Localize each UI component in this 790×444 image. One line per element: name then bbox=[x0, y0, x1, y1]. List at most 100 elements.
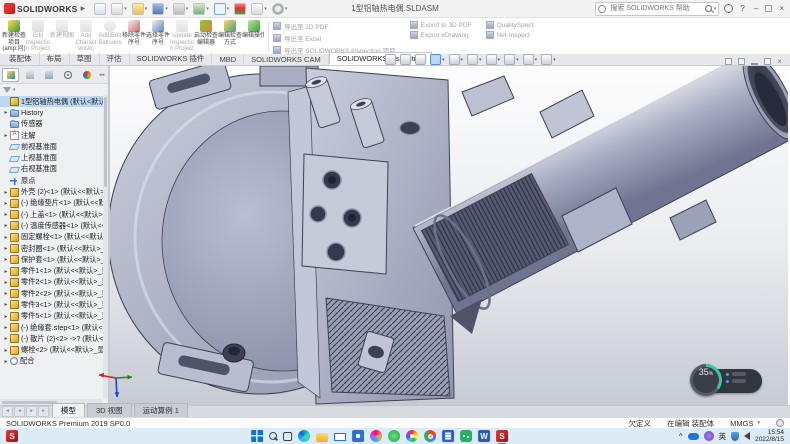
rebuild-button[interactable] bbox=[233, 2, 247, 16]
tree-item[interactable]: ▸螺栓<2> (默认<<默认>_显示状态 bbox=[0, 345, 103, 356]
expand-arrow-icon[interactable]: ▸ bbox=[2, 290, 10, 297]
export-item[interactable]: Net-Inspect bbox=[486, 31, 534, 39]
tab-MBD[interactable]: MBD bbox=[212, 54, 244, 65]
section-view-button[interactable]: ▾ bbox=[430, 54, 445, 65]
display-settings-button[interactable]: ▾ bbox=[250, 2, 268, 16]
tree-item[interactable]: ▸注解 bbox=[0, 130, 103, 141]
tree-item[interactable]: ▸保护套<1> (默认<<默认>_显示状 bbox=[0, 254, 103, 265]
tab-SOLIDWORKS CAM[interactable]: SOLIDWORKS CAM bbox=[244, 54, 329, 65]
dropdown-caret-icon[interactable]: ▾ bbox=[442, 57, 445, 63]
expand-arrow-icon[interactable]: ▸ bbox=[2, 347, 10, 354]
tree-item[interactable]: ▸密封圈<1> (默认<<默认>_显示状 bbox=[0, 243, 103, 254]
status-tag-icon[interactable] bbox=[776, 419, 784, 427]
ribbon-button-edit-inspection-project[interactable]: Edit Inspection Project bbox=[26, 19, 50, 54]
tree-item[interactable]: ▸零件1<1> (默认<<默认>_显示状态 bbox=[0, 265, 103, 276]
expand-arrow-icon[interactable]: ▸ bbox=[2, 234, 10, 241]
expand-arrow-icon[interactable]: ▸ bbox=[2, 335, 10, 342]
tree-item[interactable]: ▸(-) 上盖<1> (默认<<默认>_显示状 bbox=[0, 209, 103, 220]
tab-草图[interactable]: 草图 bbox=[70, 52, 100, 65]
taskbar-chrome-icon[interactable] bbox=[424, 430, 436, 442]
cad-model[interactable] bbox=[110, 66, 788, 405]
expand-arrow-icon[interactable]: ▸ bbox=[2, 313, 10, 320]
taskbar-copilot-icon[interactable] bbox=[370, 430, 382, 442]
tree-item[interactable]: ▸外壳 (2)<1> (默认<<默认>_显示状 bbox=[0, 186, 103, 197]
doc-close-icon[interactable]: × bbox=[777, 58, 782, 65]
options-gear-button[interactable]: ▾ bbox=[271, 2, 289, 16]
widget-toggle-2[interactable] bbox=[726, 379, 746, 383]
zoom-area-button[interactable] bbox=[400, 54, 411, 65]
tree-item[interactable]: ▸(-) 绝缘套.step<1> (默认<<默认> bbox=[0, 322, 103, 333]
search-icon[interactable] bbox=[705, 5, 712, 12]
expand-arrow-icon[interactable]: ▸ bbox=[2, 256, 10, 263]
fm-tab-features[interactable] bbox=[2, 68, 19, 82]
doc-tab-模型[interactable]: 模型 bbox=[52, 403, 85, 417]
export-item[interactable]: 导出至 2D PDF bbox=[273, 21, 396, 31]
taskbar-task-view-icon[interactable] bbox=[283, 432, 292, 441]
minimize-button[interactable]: – bbox=[752, 4, 760, 13]
ribbon-button-remove-balloons[interactable]: 移除零件序号 bbox=[122, 19, 146, 47]
graphics-viewport[interactable] bbox=[110, 66, 790, 405]
tab-装配体[interactable]: 装配体 bbox=[2, 52, 40, 65]
expand-arrow-icon[interactable]: ▸ bbox=[2, 268, 10, 275]
expand-arrow-icon[interactable]: ▸ bbox=[2, 200, 10, 207]
battery-ring[interactable]: 35% bbox=[690, 364, 722, 396]
tree-item[interactable]: ▸History bbox=[0, 107, 103, 118]
units-caret-icon[interactable]: ▾ bbox=[757, 420, 760, 426]
taskbar-store-icon[interactable] bbox=[352, 430, 364, 442]
doc-tile-icon[interactable] bbox=[738, 58, 745, 65]
onedrive-icon[interactable] bbox=[688, 433, 699, 440]
taskbar-color-ring-icon[interactable] bbox=[406, 430, 418, 442]
taskbar-app-green-icon[interactable] bbox=[388, 430, 400, 442]
help-search-input[interactable] bbox=[608, 4, 702, 13]
restore-button[interactable] bbox=[765, 5, 772, 12]
expand-arrow-icon[interactable]: ▸ bbox=[2, 279, 10, 286]
tree-item[interactable]: ▸(-) 散片 (2)<2> ->? (默认<<默认> bbox=[0, 333, 103, 344]
tree-item[interactable]: 原点 bbox=[0, 175, 103, 186]
ribbon-button-launch-inspection-editor[interactable]: 启动检查编辑器 bbox=[194, 19, 218, 47]
tree-item[interactable]: ▸零件5<1> (默认<<默认>_显示状 bbox=[0, 311, 103, 322]
expand-arrow-icon[interactable]: ▸ bbox=[2, 211, 10, 218]
tree-item[interactable]: ▸零件2<2> (默认<<默认>_显示状 bbox=[0, 288, 103, 299]
widget-toggle-1[interactable] bbox=[726, 372, 746, 376]
ribbon-button-update-inspection-project[interactable]: Update Inspection Project bbox=[170, 19, 194, 54]
save-button[interactable]: ▾ bbox=[151, 2, 169, 16]
ime-language[interactable]: 英 bbox=[719, 431, 727, 442]
tab-scroll-last-icon[interactable]: ▸ bbox=[38, 406, 49, 417]
tab-评估[interactable]: 评估 bbox=[100, 52, 130, 65]
home-button[interactable] bbox=[93, 2, 107, 16]
fm-tab-configurations[interactable] bbox=[40, 68, 57, 82]
ribbon-button-new-inspection-project[interactable]: 新建检查项目 (amp:问) bbox=[2, 19, 26, 54]
doc-tab-3D 视图[interactable]: 3D 视图 bbox=[87, 403, 132, 417]
doc-minimize-icon[interactable] bbox=[751, 63, 758, 65]
search-scope-icon[interactable] bbox=[598, 5, 606, 13]
taskbar-wechat-icon[interactable] bbox=[460, 430, 472, 442]
taskbar-start-icon[interactable] bbox=[251, 430, 263, 442]
dropdown-caret-icon[interactable]: ▾ bbox=[553, 57, 556, 63]
help-search-box[interactable]: ▾ bbox=[595, 2, 719, 16]
fm-tab-dimxpert[interactable] bbox=[59, 68, 76, 82]
tree-item[interactable]: ▸固定螺栓<1> (默认<<默认>_显示 bbox=[0, 232, 103, 243]
export-item[interactable]: QualitySpect bbox=[486, 21, 534, 29]
view-orientation-button[interactable]: ▾ bbox=[449, 54, 464, 65]
tree-item[interactable]: 传感器 bbox=[0, 119, 103, 130]
dropdown-caret-icon[interactable]: ▾ bbox=[498, 57, 501, 63]
view-settings-button[interactable]: ▾ bbox=[541, 54, 556, 65]
taskbar-notes-icon[interactable] bbox=[442, 430, 454, 442]
hide-show-items-button[interactable]: ▾ bbox=[486, 54, 501, 65]
dropdown-caret-icon[interactable]: ▾ bbox=[516, 57, 519, 63]
tray-app-icon[interactable] bbox=[704, 431, 714, 441]
tree-item[interactable]: 右视基准面 bbox=[0, 164, 103, 175]
taskbar-solidworks-icon[interactable]: S bbox=[6, 430, 18, 442]
expand-arrow-icon[interactable]: ▸ bbox=[2, 358, 10, 365]
taskbar-mail-icon[interactable] bbox=[334, 433, 346, 441]
ribbon-button-edit-inspection-method[interactable]: 编辑检查方式 bbox=[218, 19, 242, 47]
tree-item[interactable]: ▸配合 bbox=[0, 356, 103, 367]
recorder-widget[interactable]: 35% bbox=[690, 364, 764, 398]
dropdown-caret-icon[interactable]: ▾ bbox=[479, 57, 482, 63]
defender-shield-icon[interactable] bbox=[731, 432, 739, 441]
expand-arrow-icon[interactable]: ▸ bbox=[2, 189, 10, 196]
close-button[interactable]: × bbox=[777, 4, 786, 13]
previous-view-button[interactable] bbox=[415, 54, 426, 65]
expand-arrow-icon[interactable]: ▸ bbox=[2, 132, 10, 139]
undo-button[interactable]: ▾ bbox=[192, 2, 210, 16]
